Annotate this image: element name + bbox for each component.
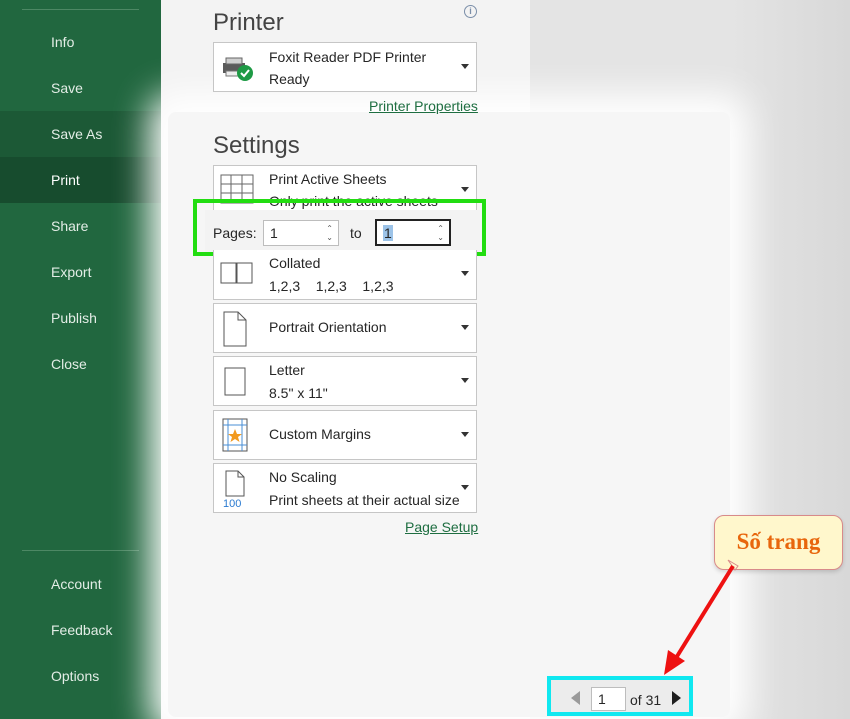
chevron-down-icon — [461, 325, 469, 330]
collation-value: Collated — [269, 255, 321, 271]
scaling-icon-label: 100 — [223, 498, 241, 508]
sidebar-item-close[interactable]: Close — [0, 341, 161, 387]
margins-value: Custom Margins — [269, 426, 371, 442]
next-page-icon[interactable] — [672, 691, 681, 705]
collated-pages-icon — [220, 262, 253, 284]
paper-size-dropdown[interactable]: Letter 8.5" x 11" — [213, 356, 477, 406]
sidebar-item-info[interactable]: Info — [0, 19, 161, 65]
current-page-input[interactable]: 1 — [591, 687, 626, 711]
sidebar-item-print[interactable]: Print — [0, 157, 161, 203]
no-scaling-icon: 100 — [223, 470, 245, 508]
margins-dropdown[interactable]: Custom Margins — [213, 410, 477, 460]
letter-page-icon — [224, 367, 246, 396]
sidebar-item-save-as[interactable]: Save As — [0, 111, 161, 157]
pages-highlight-box — [193, 199, 486, 256]
sidebar-item-account[interactable]: Account — [0, 561, 161, 607]
scaling-dropdown[interactable]: 100 No Scaling Print sheets at their act… — [213, 463, 477, 513]
paper-size-value: Letter — [269, 362, 305, 378]
info-icon[interactable]: i — [464, 5, 477, 18]
printer-icon — [223, 57, 253, 81]
page-number-callout: Số trang — [714, 515, 843, 570]
previous-page-icon[interactable] — [571, 691, 580, 705]
sidebar-item-share[interactable]: Share — [0, 203, 161, 249]
print-preview-shade — [730, 0, 850, 719]
printer-name: Foxit Reader PDF Printer — [269, 49, 427, 65]
print-what-value: Print Active Sheets — [269, 171, 387, 187]
page-navigator: 1 of 31 — [547, 676, 693, 716]
sidebar-item-feedback[interactable]: Feedback — [0, 607, 161, 653]
collation-dropdown[interactable]: Collated 1,2,3 1,2,3 1,2,3 — [213, 250, 477, 300]
chevron-down-icon — [461, 432, 469, 437]
sidebar-item-publish[interactable]: Publish — [0, 295, 161, 341]
callout-text: Số trang — [736, 529, 821, 554]
sidebar-divider-top — [22, 9, 139, 10]
sidebar-item-options[interactable]: Options — [0, 653, 161, 699]
sidebar-item-export[interactable]: Export — [0, 249, 161, 295]
sidebar-divider-bottom — [22, 550, 139, 551]
scaling-value: No Scaling — [269, 469, 337, 485]
orientation-dropdown[interactable]: Portrait Orientation — [213, 303, 477, 353]
printer-status: Ready — [269, 71, 310, 87]
orientation-value: Portrait Orientation — [269, 319, 387, 335]
printer-dropdown[interactable]: Foxit Reader PDF Printer Ready — [213, 42, 477, 92]
printer-properties-link[interactable]: Printer Properties — [369, 98, 478, 114]
sidebar-item-save[interactable]: Save — [0, 65, 161, 111]
chevron-down-icon — [461, 187, 469, 192]
page-setup-link[interactable]: Page Setup — [405, 519, 478, 535]
scaling-description: Print sheets at their actual size — [269, 492, 460, 508]
collation-description: 1,2,3 1,2,3 1,2,3 — [269, 278, 394, 294]
chevron-down-icon — [461, 271, 469, 276]
total-pages-label: of 31 — [630, 692, 662, 708]
chevron-down-icon — [461, 378, 469, 383]
backstage-sidebar: Info Save Save As Print Share Export Pub… — [0, 0, 161, 719]
custom-margins-icon — [222, 418, 248, 452]
paper-size-description: 8.5" x 11" — [269, 385, 328, 401]
chevron-down-icon — [461, 64, 469, 69]
printer-heading: Printer — [213, 9, 284, 36]
portrait-page-icon — [223, 311, 247, 347]
chevron-down-icon — [461, 485, 469, 490]
settings-heading: Settings — [213, 132, 300, 159]
